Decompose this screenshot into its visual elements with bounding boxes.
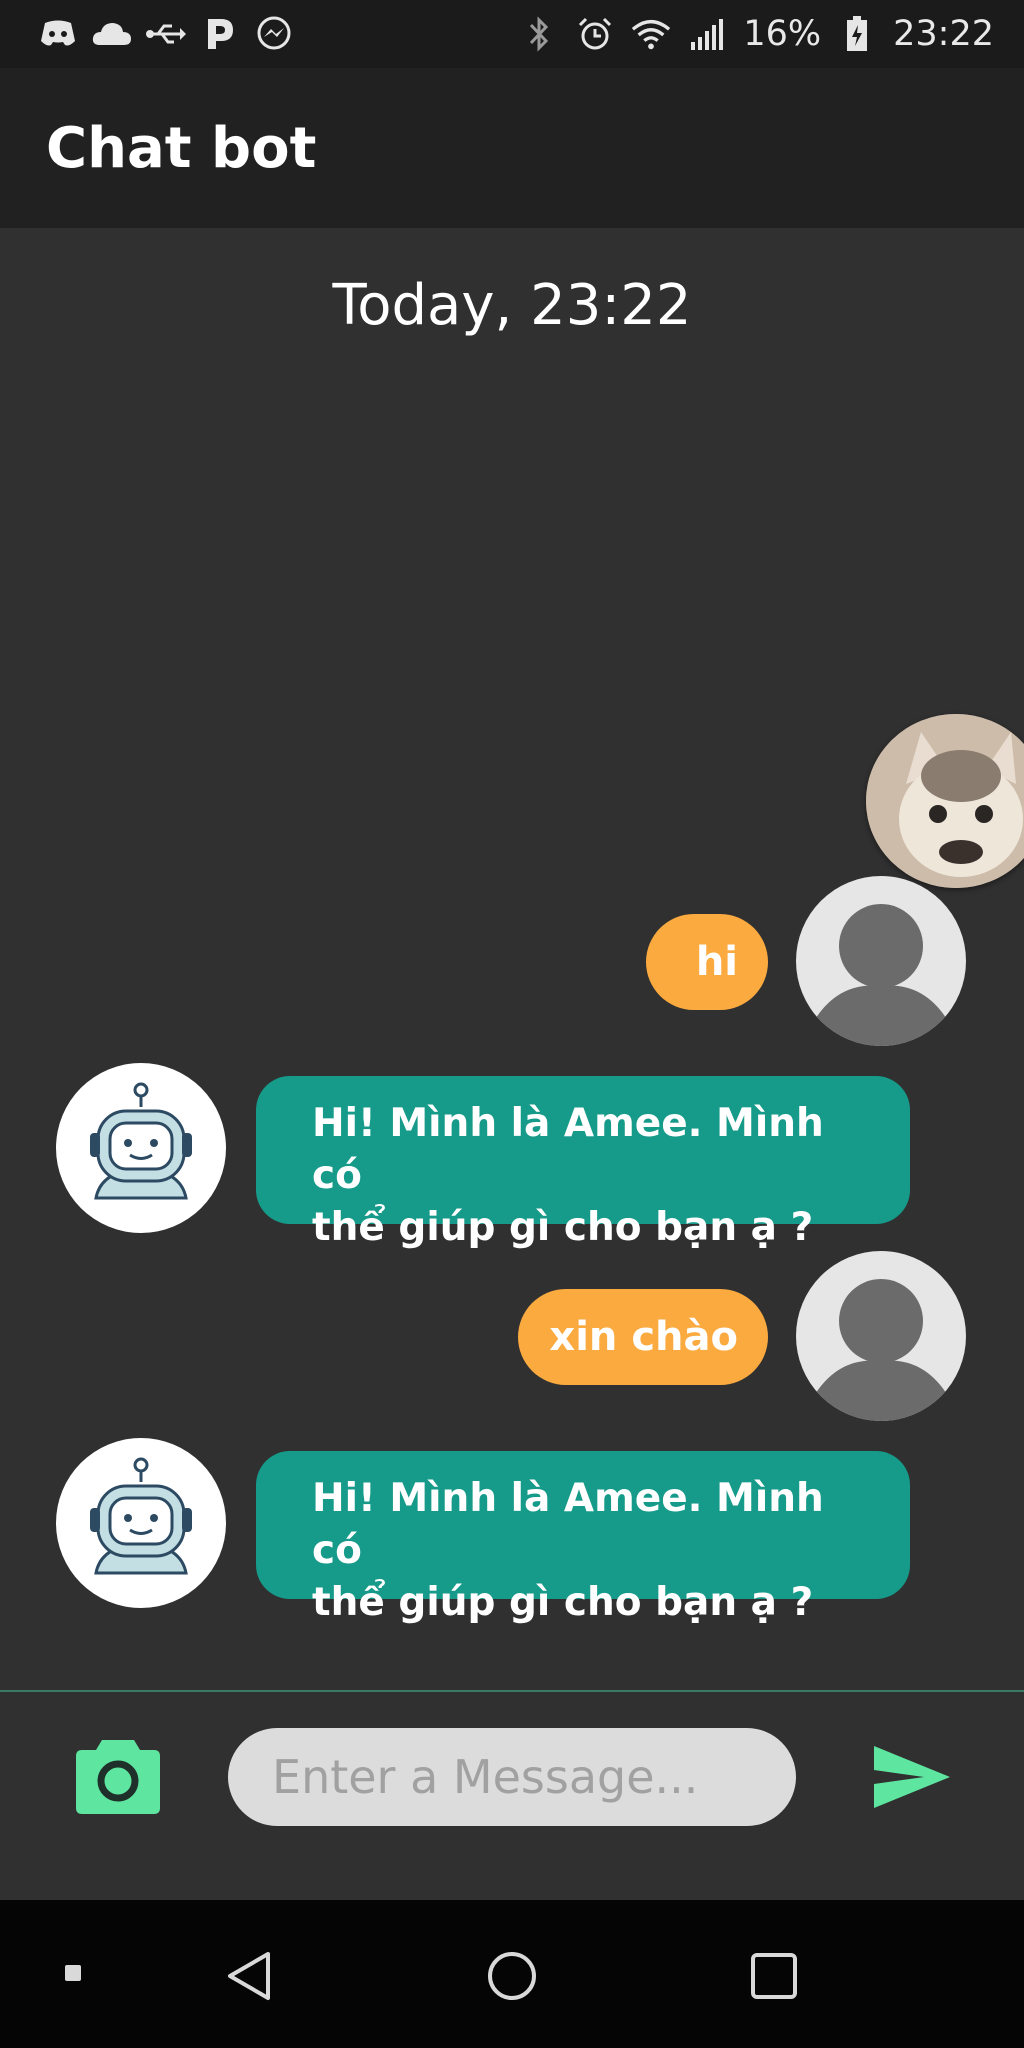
- message-input-bar: [0, 1692, 1024, 1900]
- status-bar: 16% 23:22: [0, 0, 1024, 68]
- pandora-icon: [200, 14, 240, 54]
- battery-charging-icon: [837, 14, 877, 54]
- send-button[interactable]: [872, 1744, 952, 1810]
- user-message-bubble: xin chào: [518, 1289, 768, 1385]
- messenger-icon: [254, 14, 294, 54]
- cloud-icon: [92, 14, 132, 54]
- message-text-line: thể giúp gì cho bạn ạ ?: [312, 1580, 814, 1625]
- alarm-icon: [575, 14, 615, 54]
- floating-chat-head[interactable]: [866, 714, 1024, 888]
- battery-percent: 16%: [743, 14, 822, 54]
- message-input[interactable]: [228, 1728, 796, 1826]
- camera-icon: [76, 1740, 160, 1818]
- message-text-line: Hi! Mình là Amee. Mình có: [312, 1476, 824, 1573]
- discord-icon: [38, 14, 78, 54]
- chat-area[interactable]: Today, 23:22 hi Hi! Mình là Amee. Mình c…: [0, 228, 1024, 1690]
- overview-icon[interactable]: [746, 1948, 802, 2004]
- message-text: hi: [695, 939, 738, 985]
- date-label: Today, 23:22: [332, 273, 692, 338]
- user-message-bubble: hi: [646, 914, 768, 1010]
- status-bar-right: 16% 23:22: [519, 14, 994, 54]
- app-bar: Chat bot: [0, 68, 1024, 228]
- message-text-line: thể giúp gì cho bạn ạ ?: [312, 1205, 814, 1250]
- back-icon[interactable]: [222, 1948, 278, 2004]
- bot-avatar[interactable]: [56, 1438, 226, 1608]
- message-text: xin chào: [549, 1314, 738, 1360]
- message-text-line: Hi! Mình là Amee. Mình có: [312, 1101, 824, 1198]
- signal-icon: [687, 14, 727, 54]
- bot-avatar[interactable]: [56, 1063, 226, 1233]
- wifi-icon: [631, 14, 671, 54]
- recents-dot-icon[interactable]: [62, 1962, 84, 1984]
- send-icon: [872, 1746, 952, 1814]
- page-title: Chat bot: [46, 115, 317, 181]
- status-bar-left: [38, 14, 294, 54]
- usb-icon: [146, 14, 186, 54]
- camera-button[interactable]: [76, 1738, 160, 1814]
- bluetooth-icon: [519, 14, 559, 54]
- user-avatar[interactable]: [796, 876, 966, 1046]
- home-icon[interactable]: [484, 1948, 540, 2004]
- user-avatar[interactable]: [796, 1251, 966, 1421]
- bot-message-bubble: Hi! Mình là Amee. Mình có thể giúp gì ch…: [256, 1451, 910, 1625]
- system-nav-bar: [0, 1900, 1024, 2048]
- bot-message-bubble: Hi! Mình là Amee. Mình có thể giúp gì ch…: [256, 1076, 910, 1250]
- status-time: 23:22: [893, 14, 994, 54]
